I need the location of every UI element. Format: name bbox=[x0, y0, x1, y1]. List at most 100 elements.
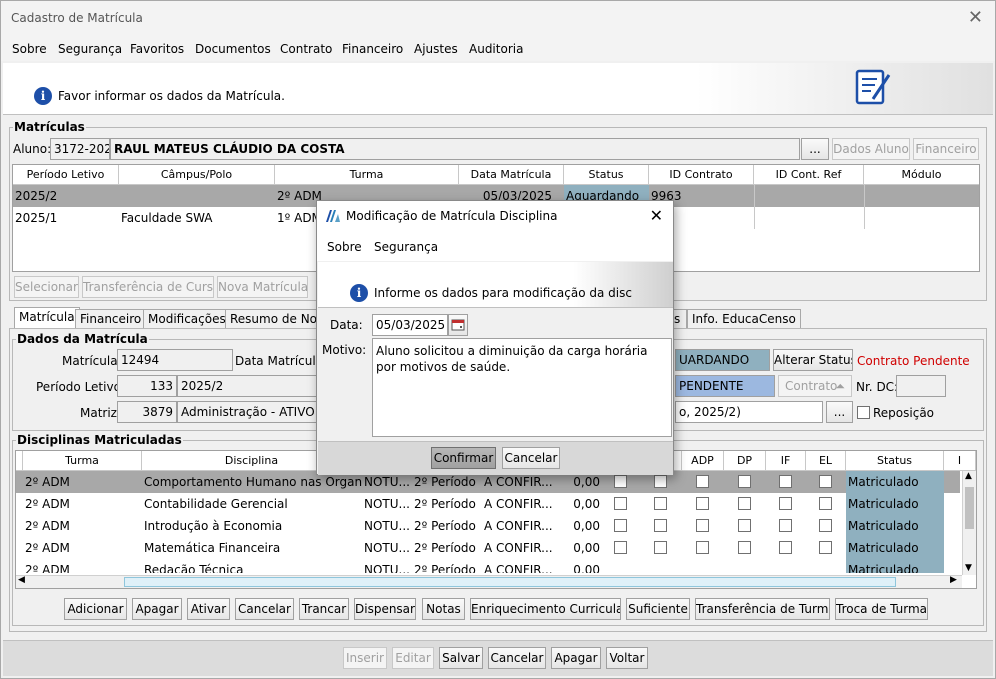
transferencia-turma-button[interactable]: Transferência de Turma bbox=[695, 598, 830, 620]
dialog-cancelar-button[interactable]: Cancelar bbox=[502, 447, 560, 469]
scroll-down-icon[interactable]: ▼ bbox=[965, 563, 972, 573]
row-checkbox[interactable] bbox=[614, 475, 627, 488]
dispensar-button[interactable]: Dispensar bbox=[354, 598, 416, 620]
menu-sobre[interactable]: Sobre bbox=[12, 42, 47, 56]
tab-matricula[interactable]: Matrícula bbox=[14, 307, 80, 329]
aluno-name-field[interactable]: RAUL MATEUS CLÁUDIO DA COSTA bbox=[110, 138, 800, 160]
row-checkbox[interactable] bbox=[614, 541, 627, 554]
menu-seguranca[interactable]: Segurança bbox=[58, 42, 122, 56]
scroll-up-icon[interactable]: ▲ bbox=[965, 471, 972, 481]
row-checkbox[interactable] bbox=[654, 475, 667, 488]
aluno-search-button[interactable]: ... bbox=[801, 138, 829, 160]
ativar-button[interactable]: Ativar bbox=[187, 598, 230, 620]
voltar-button[interactable]: Voltar bbox=[606, 647, 648, 669]
el-checkbox[interactable] bbox=[819, 519, 832, 532]
col-el[interactable]: EL bbox=[806, 451, 846, 471]
aluno-code-field[interactable]: 3172-2024 bbox=[50, 138, 110, 160]
financeiro-button[interactable]: Financeiro bbox=[913, 138, 979, 160]
row-checkbox[interactable] bbox=[614, 519, 627, 532]
if-checkbox[interactable] bbox=[779, 519, 792, 532]
reposicao-checkbox[interactable] bbox=[857, 406, 870, 419]
row-checkbox[interactable] bbox=[654, 519, 667, 532]
el-checkbox[interactable] bbox=[819, 475, 832, 488]
adp-checkbox[interactable] bbox=[696, 475, 709, 488]
scroll-right-icon[interactable]: ▶ bbox=[950, 575, 957, 585]
matriz-code-field[interactable]: 3879 bbox=[117, 401, 177, 423]
table-row[interactable]: 2º ADM Redação Técnica NOTU... 2º Períod… bbox=[16, 559, 960, 573]
transferencia-curso-button[interactable]: Transferência de Curso bbox=[82, 276, 214, 298]
col-dp[interactable]: DP bbox=[724, 451, 766, 471]
vertical-scrollbar[interactable]: ▲ ▼ bbox=[962, 471, 976, 575]
tab-financeiro[interactable]: Financeiro bbox=[75, 309, 147, 329]
col-id-contrato[interactable]: ID Contrato bbox=[649, 165, 754, 185]
row-checkbox[interactable] bbox=[614, 497, 627, 510]
close-icon[interactable]: ✕ bbox=[968, 7, 983, 28]
editar-button[interactable]: Editar bbox=[392, 647, 434, 669]
matricula-field[interactable]: 12494 bbox=[117, 349, 233, 371]
ref-search-button[interactable]: ... bbox=[826, 401, 853, 423]
notas-button[interactable]: Notas bbox=[422, 598, 465, 620]
menu-ajustes[interactable]: Ajustes bbox=[414, 42, 458, 56]
inserir-button[interactable]: Inserir bbox=[343, 647, 387, 669]
suficiente-button[interactable]: Suficiente bbox=[626, 598, 690, 620]
scrollbar-thumb[interactable] bbox=[124, 577, 896, 587]
dialog-menu-sobre[interactable]: Sobre bbox=[327, 240, 362, 254]
row-checkbox[interactable] bbox=[654, 497, 667, 510]
tab-resumo-notas[interactable]: Resumo de Nota bbox=[225, 309, 321, 329]
dados-aluno-button[interactable]: Dados Aluno bbox=[832, 138, 910, 160]
col-if[interactable]: IF bbox=[766, 451, 806, 471]
apagar-button[interactable]: Apagar bbox=[132, 598, 182, 620]
calendar-button[interactable] bbox=[448, 314, 468, 336]
dp-checkbox[interactable] bbox=[738, 497, 751, 510]
if-checkbox[interactable] bbox=[779, 475, 792, 488]
adicionar-button[interactable]: Adicionar bbox=[64, 598, 127, 620]
dialog-menu-seguranca[interactable]: Segurança bbox=[374, 240, 438, 254]
tab-modificacoes[interactable]: Modificações bbox=[143, 309, 231, 329]
status-field[interactable]: UARDANDO bbox=[675, 349, 770, 371]
contrato-button[interactable]: Contrato ⏶ bbox=[778, 375, 852, 397]
el-checkbox[interactable] bbox=[819, 497, 832, 510]
trancar-button[interactable]: Trancar bbox=[299, 598, 349, 620]
menu-favoritos[interactable]: Favoritos bbox=[130, 42, 184, 56]
tab-info-educacenso[interactable]: Info. EducaCenso bbox=[687, 309, 801, 329]
salvar-button[interactable]: Salvar bbox=[439, 647, 483, 669]
contrato-status-field[interactable]: PENDENTE bbox=[675, 375, 775, 397]
enriquecimento-curricular-button[interactable]: Enriquecimento Curricular bbox=[470, 598, 621, 620]
data-field[interactable]: 05/03/2025 bbox=[372, 314, 448, 336]
bottom-apagar-button[interactable]: Apagar bbox=[551, 647, 601, 669]
row-checkbox[interactable] bbox=[654, 541, 667, 554]
adp-checkbox[interactable] bbox=[696, 519, 709, 532]
bottom-cancelar-button[interactable]: Cancelar bbox=[488, 647, 546, 669]
cancelar-button[interactable]: Cancelar bbox=[235, 598, 294, 620]
periodo-code-field[interactable]: 133 bbox=[117, 375, 177, 397]
el-checkbox[interactable] bbox=[819, 541, 832, 554]
menu-auditoria[interactable]: Auditoria bbox=[469, 42, 523, 56]
menu-contrato[interactable]: Contrato bbox=[280, 42, 332, 56]
if-checkbox[interactable] bbox=[779, 497, 792, 510]
matriz-value-field[interactable]: Administração - ATIVO bbox=[177, 401, 319, 423]
col-status[interactable]: Status bbox=[846, 451, 944, 471]
table-row[interactable]: 2º ADM Contabilidade Gerencial NOTU... 2… bbox=[16, 493, 960, 515]
scroll-left-icon[interactable]: ◀ bbox=[18, 575, 25, 585]
dp-checkbox[interactable] bbox=[738, 475, 751, 488]
adp-checkbox[interactable] bbox=[696, 541, 709, 554]
if-checkbox[interactable] bbox=[779, 541, 792, 554]
col-modulo[interactable]: Módulo bbox=[864, 165, 979, 185]
selecionar-button[interactable]: Selecionar bbox=[14, 276, 79, 298]
table-row[interactable]: 2º ADM Introdução à Economia NOTU... 2º … bbox=[16, 515, 960, 537]
col-turma[interactable]: Turma bbox=[275, 165, 459, 185]
nova-matricula-button[interactable]: Nova Matrícula bbox=[217, 276, 308, 298]
alterar-status-button[interactable]: Alterar Status bbox=[773, 349, 853, 371]
adp-checkbox[interactable] bbox=[696, 497, 709, 510]
nr-dc-field[interactable] bbox=[896, 375, 946, 397]
motivo-textarea[interactable]: Aluno solicitou a diminuição da carga ho… bbox=[372, 338, 672, 437]
menu-documentos[interactable]: Documentos bbox=[195, 42, 271, 56]
col-data-matricula[interactable]: Data Matrícula bbox=[459, 165, 564, 185]
menu-financeiro[interactable]: Financeiro bbox=[342, 42, 403, 56]
col-i[interactable]: I bbox=[944, 451, 976, 471]
dp-checkbox[interactable] bbox=[738, 519, 751, 532]
col-id-cont-ref[interactable]: ID Cont. Ref bbox=[754, 165, 864, 185]
troca-turma-button[interactable]: Troca de Turma bbox=[835, 598, 928, 620]
col-adp[interactable]: ADP bbox=[682, 451, 724, 471]
confirmar-button[interactable]: Confirmar bbox=[431, 447, 496, 469]
